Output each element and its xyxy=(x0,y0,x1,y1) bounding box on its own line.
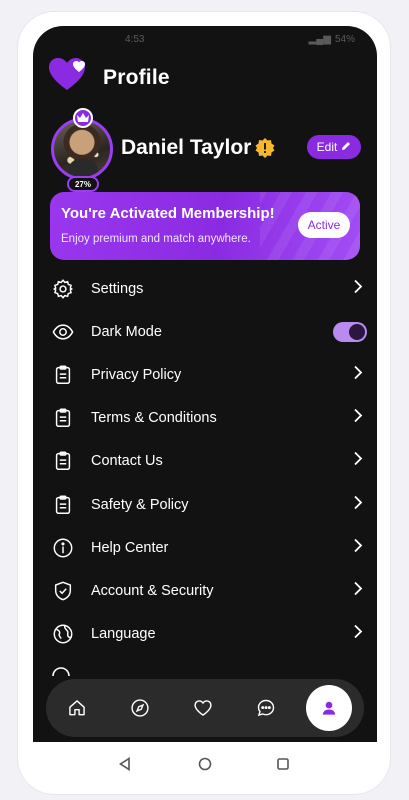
menu-label: Contact Us xyxy=(91,453,163,470)
menu-label: Terms & Conditions xyxy=(91,410,217,427)
menu-item-account-security[interactable]: Account & Security xyxy=(49,569,367,612)
eye-icon xyxy=(49,318,77,346)
toggle-knob xyxy=(349,323,365,340)
edit-label: Edit xyxy=(316,140,338,154)
menu-item-language[interactable]: Language xyxy=(49,613,367,656)
edit-profile-button[interactable]: Edit xyxy=(307,135,361,159)
menu-label: Safety & Policy xyxy=(91,496,189,513)
header: Profile xyxy=(49,58,170,97)
status-bar: 4:53 ▂▄▆ 54% xyxy=(33,26,377,52)
profile-summary: 27% Daniel Taylor Edit xyxy=(51,108,361,192)
membership-active-button[interactable]: Active xyxy=(298,212,350,238)
recents-square-icon[interactable] xyxy=(273,754,293,774)
profile-completion-badge: 27% xyxy=(67,176,99,192)
gear-icon xyxy=(49,275,77,303)
menu-label: Language xyxy=(91,626,156,643)
menu-label: Settings xyxy=(91,280,144,297)
menu-item-safety-policy[interactable]: Safety & Policy xyxy=(49,483,367,526)
menu-label: Dark Mode xyxy=(91,323,162,340)
status-time: 4:53 xyxy=(125,33,145,45)
info-icon xyxy=(49,534,77,562)
clipboard-icon xyxy=(49,491,77,519)
clipboard-icon xyxy=(49,361,77,389)
membership-banner[interactable]: You're Activated Membership! Enjoy premi… xyxy=(50,192,360,260)
chevron-right-icon xyxy=(353,581,363,600)
shield-check-icon xyxy=(49,577,77,605)
menu-item-contact-us[interactable]: Contact Us xyxy=(49,440,367,483)
battery-text: 54% xyxy=(334,33,355,45)
globe-icon xyxy=(49,620,77,648)
heart-icon[interactable] xyxy=(188,693,218,723)
dark-mode-toggle[interactable] xyxy=(333,321,367,342)
home-circle-icon[interactable] xyxy=(195,754,215,774)
menu-label: Account & Security xyxy=(91,582,214,599)
verified-badge-icon xyxy=(255,138,275,158)
back-triangle-icon[interactable] xyxy=(115,754,135,774)
home-icon[interactable] xyxy=(62,693,92,723)
menu-item-privacy-policy[interactable]: Privacy Policy xyxy=(49,353,367,396)
chevron-right-icon xyxy=(353,365,363,384)
page-title: Profile xyxy=(103,65,170,89)
chevron-right-icon xyxy=(353,279,363,298)
membership-subtitle: Enjoy premium and match anywhere. xyxy=(61,233,251,245)
user-name: Daniel Taylor xyxy=(121,136,252,159)
clipboard-icon xyxy=(49,404,77,432)
menu-item-settings[interactable]: Settings xyxy=(49,267,367,310)
membership-title: You're Activated Membership! xyxy=(61,205,275,222)
chevron-right-icon xyxy=(353,452,363,471)
clipboard-icon xyxy=(49,447,77,475)
menu-item-dark-mode: Dark Mode xyxy=(49,310,367,353)
pencil-icon xyxy=(341,140,351,154)
bottom-navigation xyxy=(46,679,364,737)
crown-icon xyxy=(73,108,93,128)
status-indicators: ▂▄▆ 54% xyxy=(309,34,355,45)
menu-item-terms-conditions[interactable]: Terms & Conditions xyxy=(49,397,367,440)
chevron-right-icon xyxy=(353,409,363,428)
system-navigation-bar xyxy=(33,742,377,786)
compass-icon[interactable] xyxy=(125,693,155,723)
settings-menu: Settings Dark Mode Privacy Policy Terms … xyxy=(49,267,367,656)
signal-icon: ▂▄▆ xyxy=(308,33,331,45)
chevron-right-icon xyxy=(353,624,363,644)
chevron-right-icon xyxy=(353,538,363,557)
profile-icon[interactable] xyxy=(306,685,352,731)
menu-item-help-center[interactable]: Help Center xyxy=(49,526,367,569)
app-screen: 4:53 ▂▄▆ 54% Profile 27% Daniel Taylor E… xyxy=(33,26,377,742)
menu-label: Privacy Policy xyxy=(91,366,182,383)
chevron-right-icon xyxy=(353,495,363,514)
menu-label: Help Center xyxy=(91,539,169,556)
partially-visible-menu-icon xyxy=(51,666,71,676)
app-logo-heart-icon xyxy=(49,58,89,97)
chat-icon[interactable] xyxy=(251,693,281,723)
